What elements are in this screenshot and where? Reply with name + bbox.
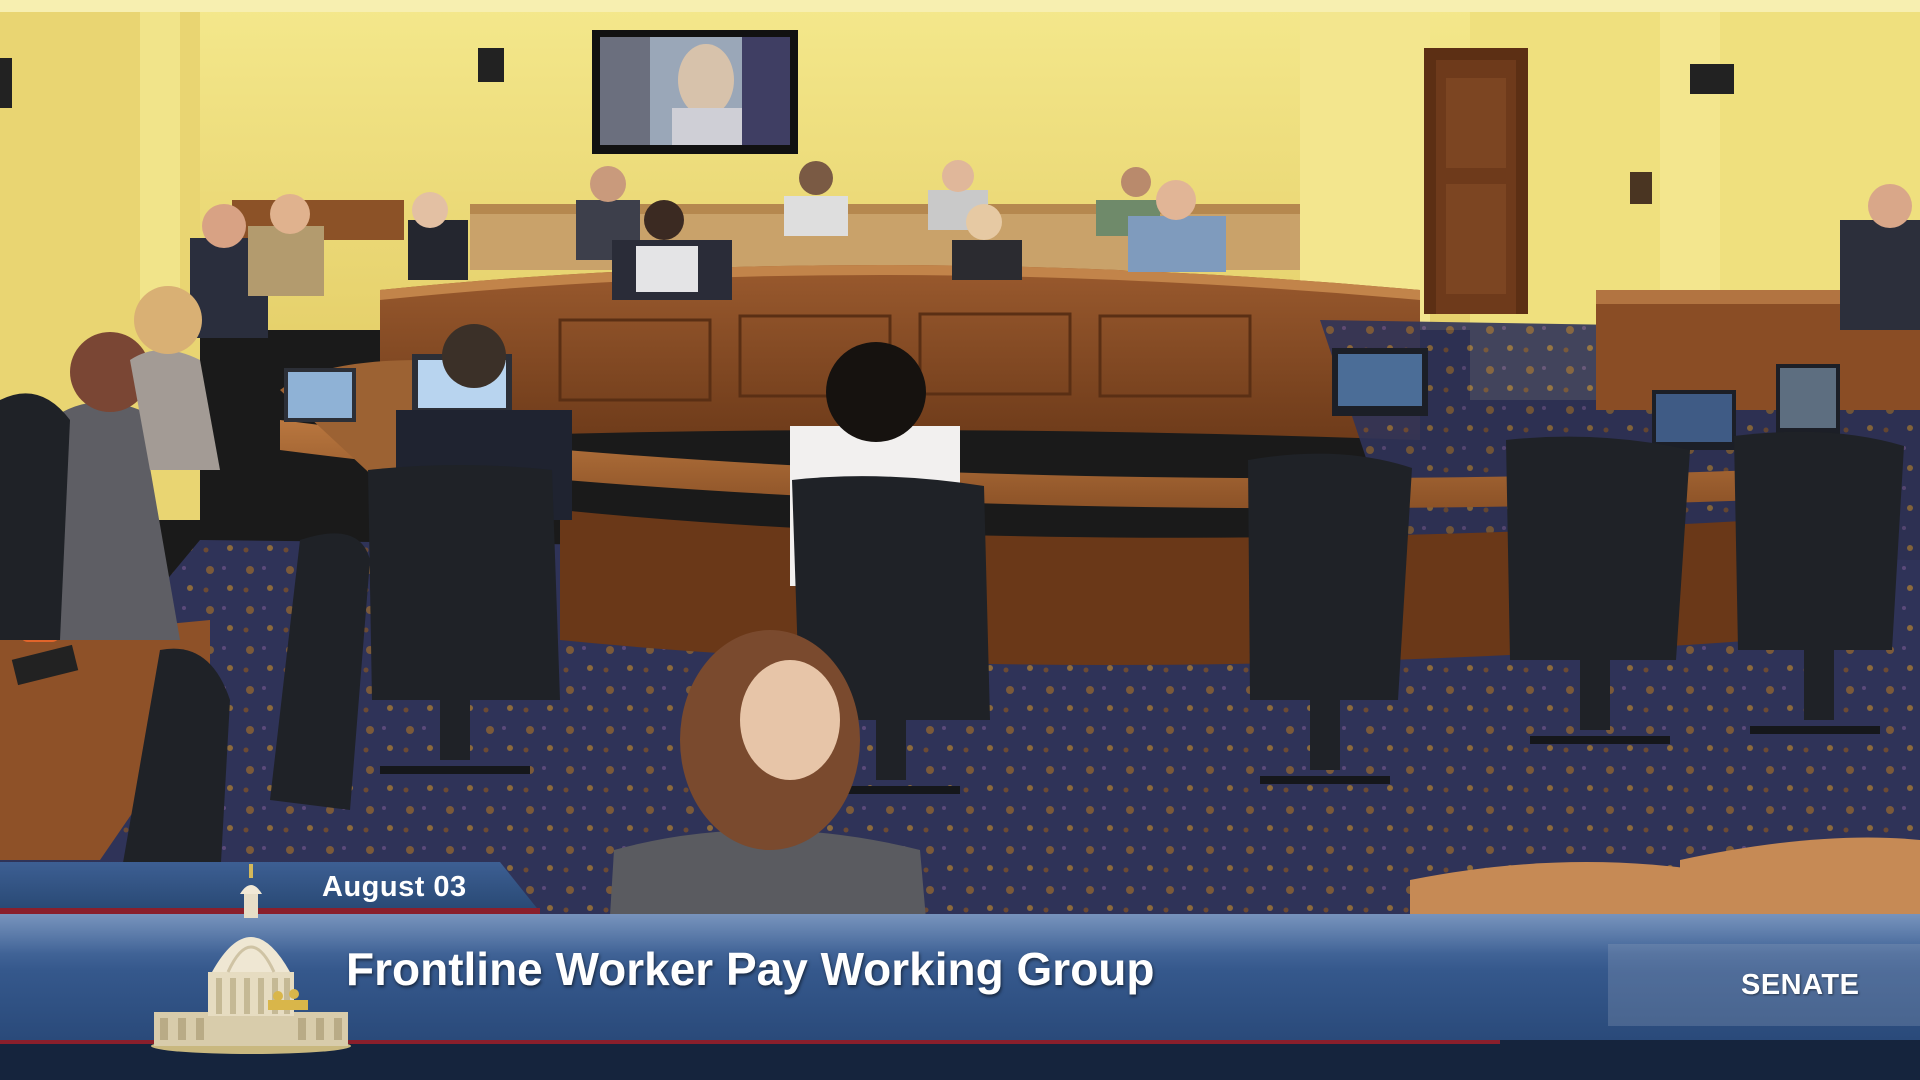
wall-plaque (1630, 172, 1652, 204)
wall-camera-left (478, 48, 504, 82)
broadcast-title: Frontline Worker Pay Working Group (346, 943, 1155, 995)
wall-camera-right (1690, 64, 1734, 94)
wall-pillar-right (1300, 0, 1430, 330)
broadcast-date: August 03 (322, 871, 467, 903)
chamber-label: SENATE (1741, 969, 1860, 1001)
wall-camera-far-left (0, 58, 12, 108)
ceiling-trim (0, 0, 1920, 12)
wall-pillar-left (140, 0, 180, 300)
